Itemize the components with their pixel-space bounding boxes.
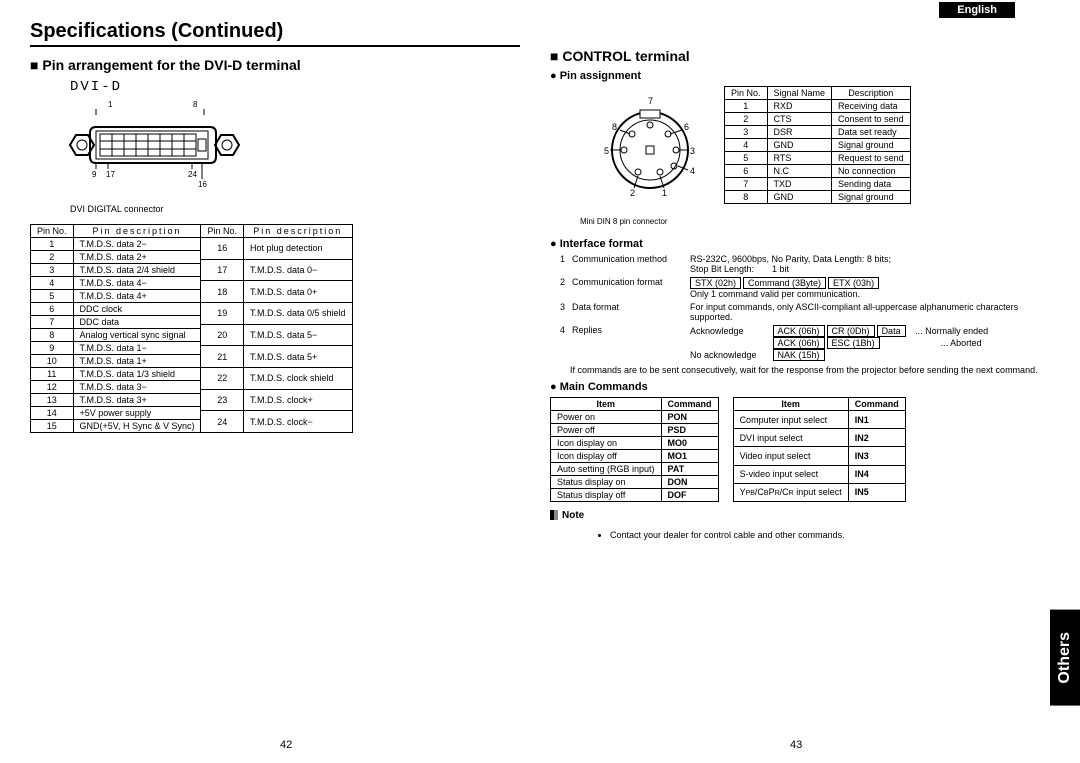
table-row: Computer input selectIN1 xyxy=(733,411,905,429)
svg-text:17: 17 xyxy=(106,170,115,179)
svg-text:2: 2 xyxy=(630,188,635,198)
table-row: 11T.M.D.S. data 1/3 shield xyxy=(31,368,201,381)
page-number-left: 42 xyxy=(280,739,292,751)
interface-format-label: Interface format xyxy=(550,238,1050,250)
table-row: 10T.M.D.S. data 1+ xyxy=(31,355,201,368)
col-signal: Signal Name xyxy=(767,87,832,100)
table-row: 1RXDReceiving data xyxy=(725,100,911,113)
svg-text:24: 24 xyxy=(188,170,197,179)
table-row: 2CTSConsent to send xyxy=(725,113,911,126)
table-row: 5T.M.D.S. data 4+ xyxy=(31,290,201,303)
table-row: 9T.M.D.S. data 1− xyxy=(31,342,201,355)
svg-text:4: 4 xyxy=(690,166,695,176)
table-row: 20T.M.D.S. data 5− xyxy=(201,324,352,346)
right-page: English CONTROL terminal Pin assignment xyxy=(550,20,1050,549)
table-row: 23T.M.D.S. clock+ xyxy=(201,389,352,411)
svg-text:5: 5 xyxy=(604,146,609,156)
svg-text:1: 1 xyxy=(662,188,667,198)
table-row: Power onPON xyxy=(551,411,719,424)
table-row: 18T.M.D.S. data 0+ xyxy=(201,281,352,303)
note-heading: Note xyxy=(550,510,1050,521)
table-row: Status display onDON xyxy=(551,476,719,489)
table-row: YPB/CBPR/CR input selectIN5 xyxy=(733,483,905,501)
table-row: Video input selectIN3 xyxy=(733,447,905,465)
pin-assignment-label: Pin assignment xyxy=(550,70,1050,82)
mini-din-diagram: 7 8 6 5 3 4 2 1 xyxy=(590,90,710,213)
table-row: 14+5V power supply xyxy=(31,407,201,420)
table-row: 3DSRData set ready xyxy=(725,126,911,139)
dvi-pin-table-1: Pin No. Pin description 1T.M.D.S. data 2… xyxy=(30,224,201,433)
table-row: S-video input selectIN4 xyxy=(733,465,905,483)
col-desc: Pin description xyxy=(244,225,353,238)
table-row: 7DDC data xyxy=(31,316,201,329)
table-row: 1T.M.D.S. data 2− xyxy=(31,238,201,251)
language-tab: English xyxy=(939,2,1015,18)
col-pinno: Pin No. xyxy=(201,225,244,238)
interface-format-list: 1 Communication method RS-232C, 9600bps,… xyxy=(560,254,1050,361)
svg-text:8: 8 xyxy=(193,100,198,109)
col-desc: Description xyxy=(832,87,911,100)
table-row: 8Analog vertical sync signal xyxy=(31,329,201,342)
table-row: 5RTSRequest to send xyxy=(725,152,911,165)
table-row: Icon display onMO0 xyxy=(551,437,719,450)
table-row: Power offPSD xyxy=(551,424,719,437)
control-heading: CONTROL terminal xyxy=(550,48,1050,64)
table-row: 4GNDSignal ground xyxy=(725,139,911,152)
svg-text:1: 1 xyxy=(108,100,113,109)
col-desc: Pin description xyxy=(73,225,201,238)
table-row: 16Hot plug detection xyxy=(201,238,352,260)
table-row: 12T.M.D.S. data 3− xyxy=(31,381,201,394)
svg-text:8: 8 xyxy=(612,122,617,132)
dvi-heading: Pin arrangement for the DVI-D terminal xyxy=(30,57,520,73)
table-row: Auto setting (RGB input)PAT xyxy=(551,463,719,476)
table-row: 22T.M.D.S. clock shield xyxy=(201,367,352,389)
table-row: DVI input selectIN2 xyxy=(733,429,905,447)
col-pinno: Pin No. xyxy=(31,225,74,238)
page-title: Specifications (Continued) xyxy=(30,20,520,47)
side-tab-others: Others xyxy=(1050,610,1080,706)
mini-din-caption: Mini DIN 8 pin connector xyxy=(580,217,710,226)
table-row: 15GND(+5V, H Sync & V Sync) xyxy=(31,420,201,433)
dvi-connector-caption: DVI DIGITAL connector xyxy=(70,204,520,214)
table-row: 8GNDSignal ground xyxy=(725,191,911,204)
table-row: 6N.CNo connection xyxy=(725,165,911,178)
page-number-right: 43 xyxy=(790,739,802,751)
commands-table-1: Item Command Power onPONPower offPSDIcon… xyxy=(550,397,719,502)
table-row: 3T.M.D.S. data 2/4 shield xyxy=(31,264,201,277)
table-row: 7TXDSending data xyxy=(725,178,911,191)
commands-table-2: Item Command Computer input selectIN1DVI… xyxy=(733,397,906,502)
interface-note: If commands are to be sent consecutively… xyxy=(570,365,1050,375)
dvi-connector-diagram: 1 8 xyxy=(60,97,520,200)
note-body: Contact your dealer for control cable an… xyxy=(556,530,1050,540)
svg-text:16: 16 xyxy=(198,180,207,189)
table-row: 4T.M.D.S. data 4− xyxy=(31,277,201,290)
svg-text:3: 3 xyxy=(690,146,695,156)
table-row: Status display offDOF xyxy=(551,489,719,502)
table-row: 19T.M.D.S. data 0/5 shield xyxy=(201,302,352,324)
left-page: Specifications (Continued) Pin arrangeme… xyxy=(30,20,520,549)
table-row: 2T.M.D.S. data 2+ xyxy=(31,251,201,264)
dvi-label: DVI-D xyxy=(70,79,520,95)
table-row: 21T.M.D.S. data 5+ xyxy=(201,346,352,368)
main-commands-label: Main Commands xyxy=(550,381,1050,393)
col-pinno: Pin No. xyxy=(725,87,768,100)
control-pin-table: Pin No. Signal Name Description 1RXDRece… xyxy=(724,86,911,204)
svg-text:9: 9 xyxy=(92,170,97,179)
svg-text:7: 7 xyxy=(648,96,653,106)
table-row: 6DDC clock xyxy=(31,303,201,316)
table-row: Icon display offMO1 xyxy=(551,450,719,463)
table-row: 24T.M.D.S. clock− xyxy=(201,411,352,433)
dvi-pin-tables: Pin No. Pin description 1T.M.D.S. data 2… xyxy=(30,224,520,433)
table-row: 17T.M.D.S. data 0− xyxy=(201,259,352,281)
table-row: 13T.M.D.S. data 3+ xyxy=(31,394,201,407)
svg-text:6: 6 xyxy=(684,122,689,132)
dvi-pin-table-2: Pin No. Pin description 16Hot plug detec… xyxy=(200,224,352,433)
